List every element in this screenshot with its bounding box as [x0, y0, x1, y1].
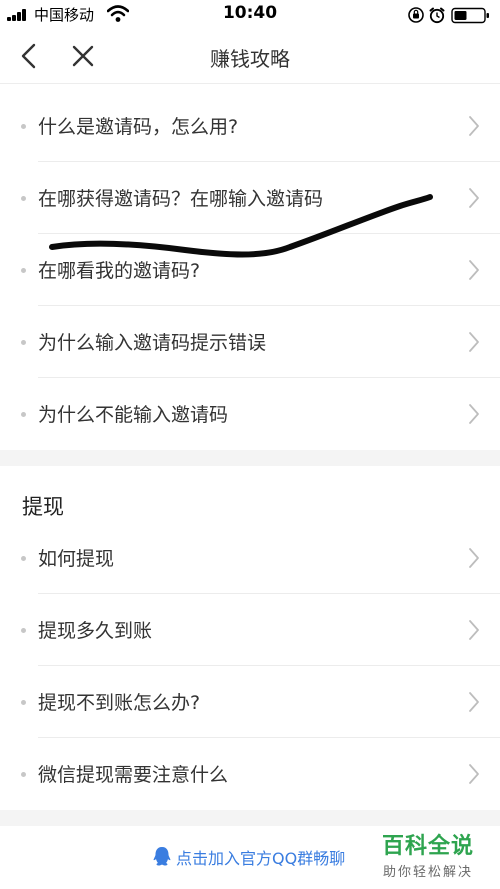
join-qq-group-link[interactable]: 点击加入官方QQ群畅聊 — [152, 845, 345, 869]
list-item-label: 提现不到账怎么办? — [38, 692, 201, 714]
list-item[interactable]: 什么是邀请码，怎么用? — [0, 90, 500, 162]
list-item[interactable]: 为什么输入邀请码提示错误 — [0, 306, 500, 378]
watermark-main-text: 百科全说 — [381, 834, 474, 859]
list-item[interactable]: 提现多久到账 — [0, 594, 500, 666]
chevron-right-icon — [469, 404, 479, 424]
list-item-label: 提现多久到账 — [38, 620, 153, 642]
list-item[interactable]: 微信提现需要注意什么 — [0, 738, 500, 810]
list-item[interactable]: 为什么不能输入邀请码 — [0, 378, 500, 450]
bullet-dot — [21, 700, 26, 705]
chevron-right-icon — [469, 692, 479, 712]
list-item-label: 为什么输入邀请码提示错误 — [38, 332, 267, 354]
chevron-right-icon — [469, 764, 479, 784]
section-separator — [0, 450, 500, 466]
bullet-dot — [21, 340, 26, 345]
status-bar: 中国移动 10:40 — [0, 0, 500, 30]
bullet-dot — [21, 196, 26, 201]
list-item[interactable]: 在哪看我的邀请码? — [0, 234, 500, 306]
watermark-logo: 百科全说 助你轻松解决 — [372, 828, 484, 880]
list-item-label: 为什么不能输入邀请码 — [38, 404, 229, 426]
footer-separator — [0, 810, 500, 826]
footer: 点击加入官方QQ群畅聊 百科全说 助你轻松解决 — [0, 826, 500, 889]
chevron-right-icon — [469, 332, 479, 352]
chevron-right-icon — [469, 188, 479, 208]
watermark-sub-text: 助你轻松解决 — [382, 865, 473, 880]
close-icon[interactable] — [72, 45, 94, 67]
section-title: 提现 — [22, 495, 64, 519]
nav-bar: 赚钱攻略 — [0, 30, 500, 84]
chevron-right-icon — [469, 620, 479, 640]
bullet-dot — [21, 772, 26, 777]
list-item-label: 什么是邀请码，怎么用? — [38, 116, 239, 138]
qq-icon — [153, 847, 171, 866]
withdraw-list: 如何提现 提现多久到账 提现不到账怎么办? 微信提现需要注意什么 — [0, 522, 500, 810]
bullet-dot — [21, 124, 26, 129]
list-item-label: 如何提现 — [38, 548, 115, 570]
bullet-dot — [21, 556, 26, 561]
chevron-left-icon[interactable] — [18, 43, 42, 69]
bullet-dot — [21, 268, 26, 273]
rotation-lock-icon — [408, 7, 424, 23]
invite-code-list: 什么是邀请码，怎么用? 在哪获得邀请码？在哪输入邀请码 在哪看我的邀请码? 为什… — [0, 90, 500, 450]
list-item-label: 微信提现需要注意什么 — [38, 764, 229, 786]
list-item[interactable]: 如何提现 — [0, 522, 500, 594]
list-item-label: 在哪看我的邀请码? — [38, 260, 201, 282]
chevron-right-icon — [469, 548, 479, 568]
chevron-right-icon — [469, 260, 479, 280]
chevron-right-icon — [469, 116, 479, 136]
bullet-dot — [21, 628, 26, 633]
list-item[interactable]: 在哪获得邀请码？在哪输入邀请码 — [0, 162, 500, 234]
join-qq-group-text: 点击加入官方QQ群畅聊 — [176, 849, 346, 868]
list-item-label: 在哪获得邀请码？在哪输入邀请码 — [38, 188, 324, 210]
bullet-dot — [21, 412, 26, 417]
list-item[interactable]: 提现不到账怎么办? — [0, 666, 500, 738]
battery-icon — [451, 7, 489, 24]
alarm-icon — [429, 7, 445, 24]
status-icons — [408, 6, 492, 24]
